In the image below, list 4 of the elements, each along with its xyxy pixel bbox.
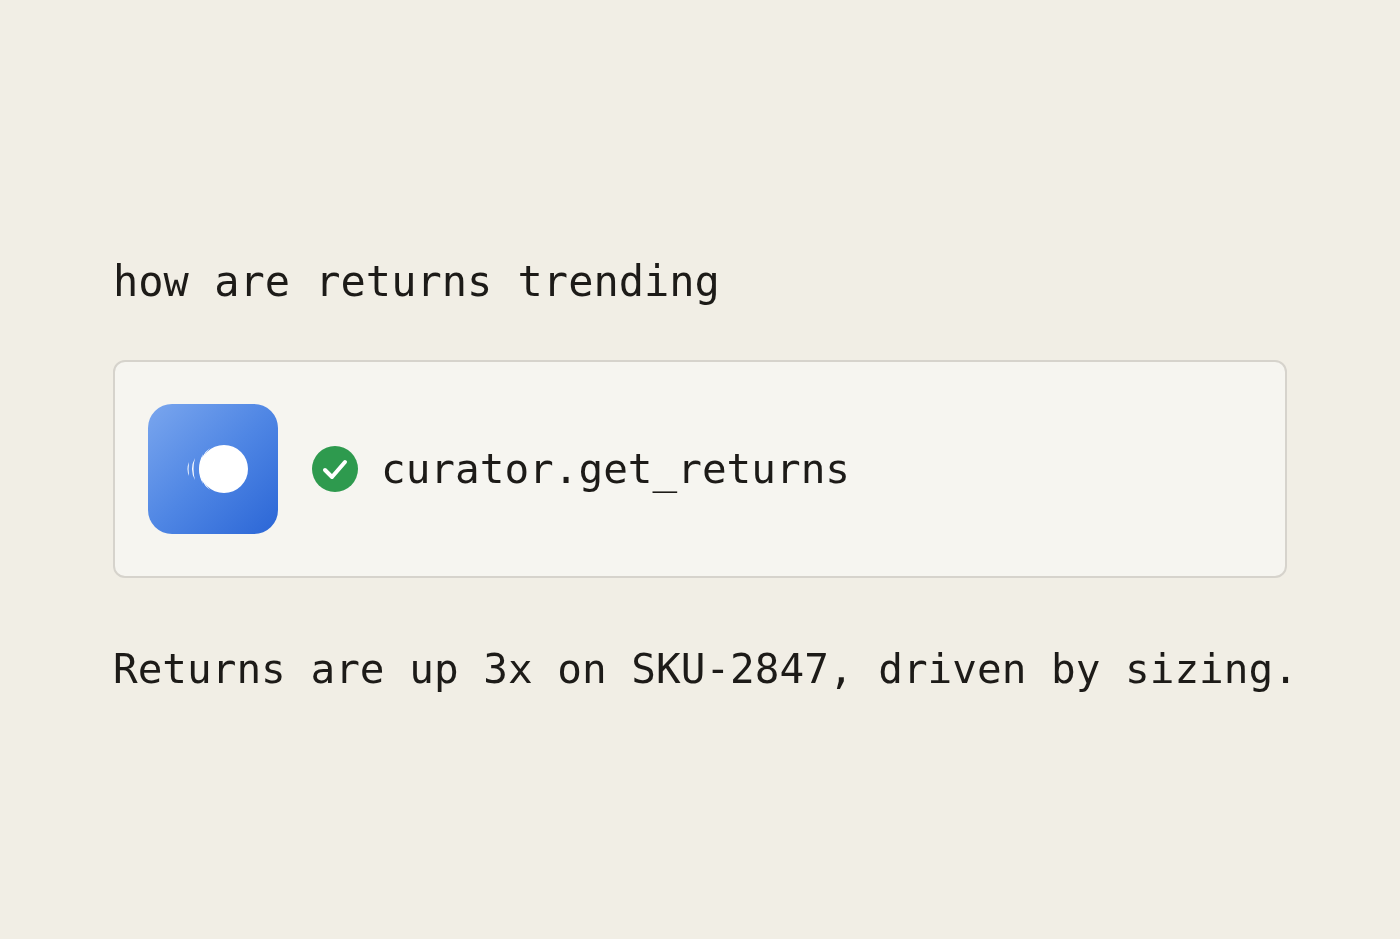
app-icon <box>148 404 278 534</box>
tool-name: curator.get_returns <box>381 444 850 494</box>
answer-text: Returns are up 3x on SKU-2847, driven by sizing. <box>113 645 1298 694</box>
user-prompt: how are returns trending <box>113 257 720 306</box>
